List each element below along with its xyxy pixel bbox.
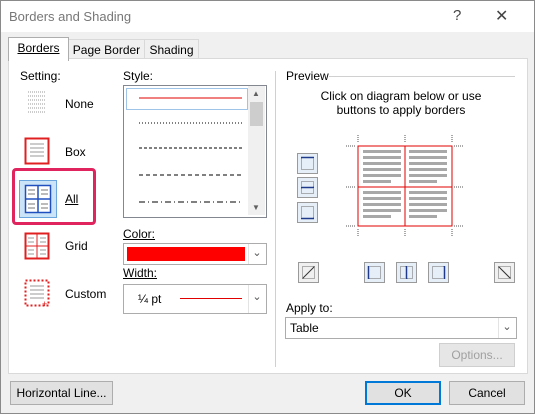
scroll-up-icon[interactable]: ▲ (252, 89, 260, 98)
chevron-down-icon[interactable]: ⌄ (498, 318, 515, 338)
diagonal-down-icon (498, 266, 511, 279)
top-border-button[interactable] (297, 153, 318, 174)
setting-none-icon (28, 91, 46, 113)
setting-all-icon (24, 184, 52, 214)
setting-grid-label[interactable]: Grid (65, 239, 88, 253)
apply-to-heading-text: Apply to: (286, 301, 333, 315)
tab-borders-label: Borders (17, 41, 60, 55)
column-divider (275, 71, 276, 367)
preview-heading: Preview (286, 69, 329, 83)
color-dropdown[interactable]: ⌄ (123, 243, 267, 265)
svg-text:+: + (42, 299, 47, 309)
cancel-button[interactable]: Cancel (449, 381, 525, 405)
inside-horizontal-border-button[interactable] (297, 177, 318, 198)
preview-diagram[interactable] (346, 135, 464, 237)
apply-to-value: Table (290, 321, 319, 335)
scroll-thumb[interactable] (250, 102, 263, 126)
preview-heading-rule (329, 76, 515, 77)
width-dropdown[interactable]: ¼ pt ⌄ (123, 284, 267, 314)
diagonal-down-border-button[interactable] (494, 262, 515, 283)
right-border-icon (432, 266, 446, 279)
preview-instruction-line1: Click on diagram below or use (320, 89, 482, 103)
setting-heading: Setting: (20, 69, 61, 83)
setting-none-button[interactable] (21, 87, 53, 119)
setting-custom-icon: + (24, 279, 50, 309)
diagonal-up-border-button[interactable] (298, 262, 319, 283)
setting-box-icon (24, 137, 50, 165)
width-heading: Width: (123, 266, 157, 280)
apply-to-heading: Apply to: (286, 301, 333, 315)
help-icon[interactable]: ? (453, 7, 461, 24)
style-heading: Style: (123, 69, 154, 83)
setting-none-label[interactable]: None (65, 97, 94, 111)
bottom-border-icon (301, 206, 314, 220)
color-heading-text: Color: (123, 227, 156, 241)
top-border-icon (301, 156, 314, 170)
setting-custom-label[interactable]: Custom (65, 287, 106, 301)
style-line-samples (139, 97, 242, 203)
inside-vertical-border-button[interactable] (396, 262, 417, 283)
setting-box-label[interactable]: Box (65, 145, 86, 159)
inside-vertical-border-icon (400, 266, 413, 279)
right-border-button[interactable] (428, 262, 449, 283)
preview-instruction-line2: buttons to apply borders (336, 103, 466, 117)
diagonal-up-icon (302, 266, 315, 279)
chevron-down-icon[interactable]: ⌄ (248, 285, 265, 313)
horizontal-line-button[interactable]: Horizontal Line... (10, 381, 113, 405)
setting-box-button[interactable] (21, 135, 53, 167)
chevron-down-icon[interactable]: ⌄ (248, 244, 265, 264)
style-scrollbar[interactable]: ▲ ▼ (248, 86, 265, 215)
tab-shading-label: Shading (149, 43, 194, 57)
apply-to-dropdown[interactable]: Table ⌄ (285, 317, 517, 339)
close-icon[interactable]: ✕ (495, 6, 508, 26)
setting-all-label[interactable]: All (65, 192, 78, 206)
color-heading: Color: (123, 227, 155, 241)
title-bar: Borders and Shading ? ✕ (1, 1, 534, 32)
setting-grid-button[interactable] (21, 230, 53, 262)
ok-button[interactable]: OK (365, 381, 441, 405)
width-value: ¼ pt (138, 292, 162, 306)
width-heading-text: Width: (123, 266, 158, 280)
tab-page-border-label: Page Border (72, 43, 141, 57)
bottom-border-button[interactable] (297, 202, 318, 223)
style-listbox[interactable]: ▲ ▼ (123, 85, 267, 218)
color-swatch (127, 247, 245, 261)
left-border-button[interactable] (364, 262, 385, 283)
setting-all-button[interactable] (19, 180, 57, 218)
tab-borders[interactable]: Borders (8, 37, 69, 61)
borders-and-shading-dialog: Borders and Shading ? ✕ Borders Page Bor… (0, 0, 535, 414)
scroll-down-icon[interactable]: ▼ (252, 203, 260, 212)
inside-horizontal-border-icon (301, 181, 314, 194)
setting-grid-icon (24, 232, 50, 260)
options-button[interactable]: Options... (439, 343, 515, 367)
setting-custom-button[interactable]: + (21, 277, 53, 309)
width-sample-line (180, 298, 242, 299)
left-border-icon (367, 266, 381, 279)
preview-instructions: Click on diagram below or use buttons to… (286, 89, 516, 117)
window-title: Borders and Shading (9, 9, 132, 24)
